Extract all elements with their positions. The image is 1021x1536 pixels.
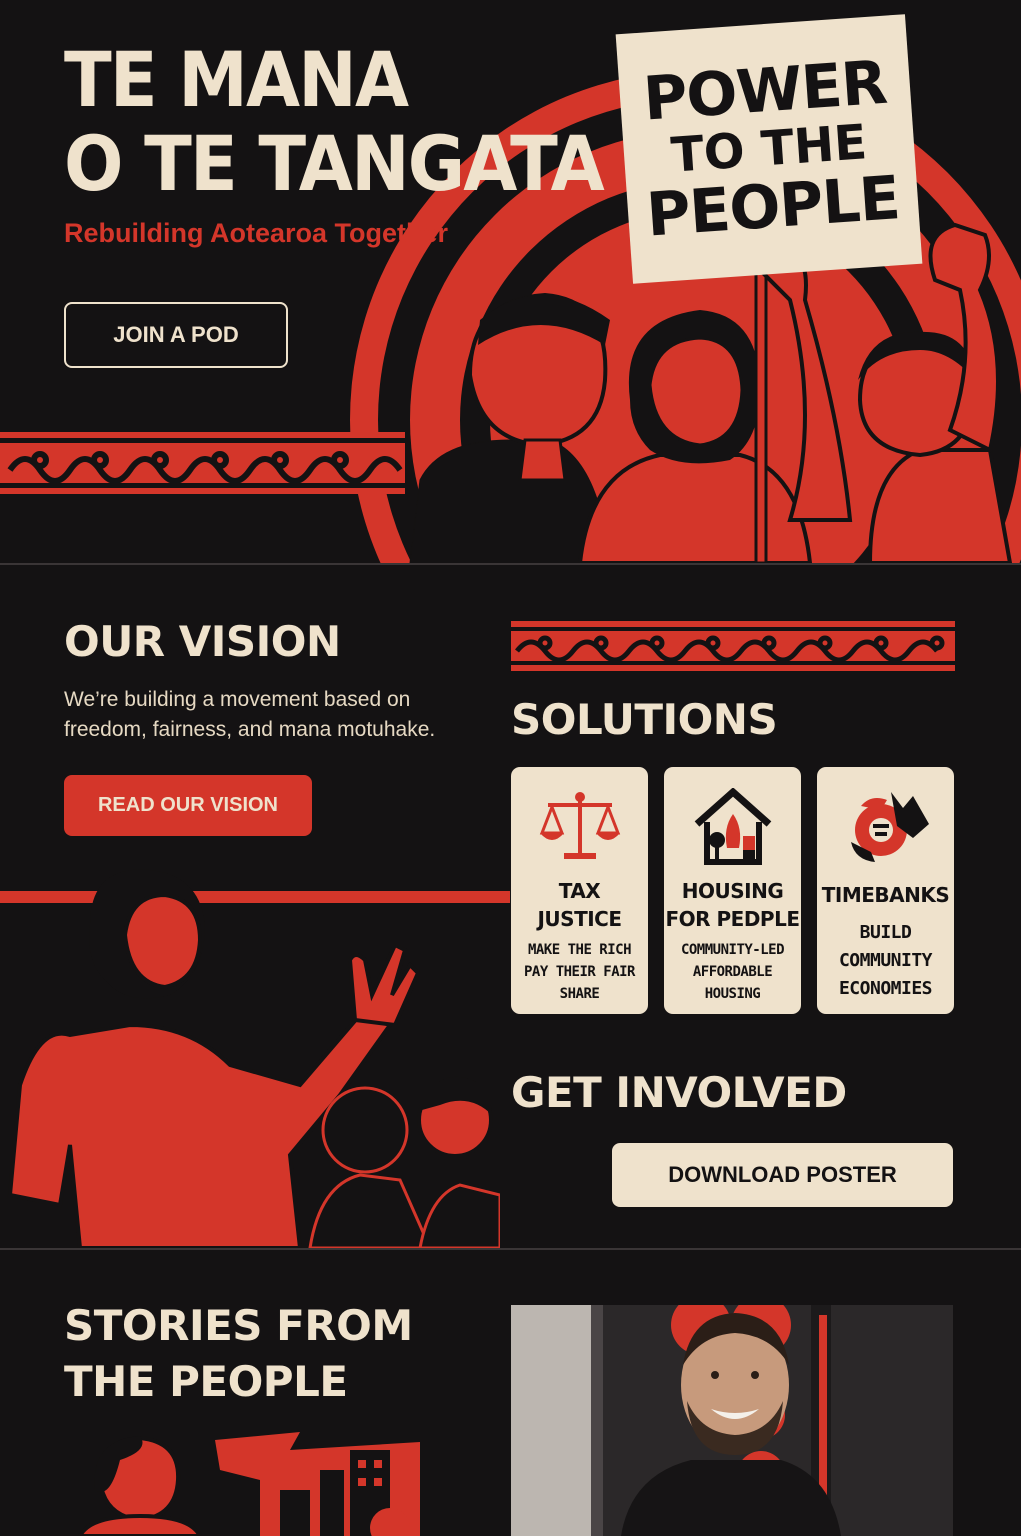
download-poster-button[interactable]: DOWNLOAD POSTER bbox=[612, 1143, 953, 1207]
stories-title-line-1: STORIES FROM bbox=[64, 1301, 413, 1350]
house-icon bbox=[688, 787, 778, 867]
hero-title: TE MANA O TE TANGATA bbox=[64, 35, 605, 208]
sign-line-3: PEOPLE bbox=[644, 163, 902, 251]
card-title: TAX JUSTICE bbox=[537, 877, 622, 933]
story-photo-image bbox=[511, 1305, 953, 1536]
stories-section: STORIES FROM THE PEOPLE bbox=[0, 1250, 1021, 1536]
koru-pattern-band bbox=[511, 621, 955, 671]
card-description: MAKE THE RICH PAY THEIR FAIR SHARE bbox=[523, 939, 636, 1005]
stories-title-line-2: THE PEOPLE bbox=[64, 1357, 348, 1406]
card-title: TIMEBANKS bbox=[822, 881, 950, 909]
card-title: HOUSING FOR PEDPLE bbox=[665, 877, 800, 933]
card-title-line: HOUSING bbox=[681, 879, 784, 903]
card-title-line: FOR PEDPLE bbox=[665, 907, 800, 931]
hero-title-line-1: TE MANA bbox=[64, 35, 409, 124]
join-a-pod-button[interactable]: JOIN A POD bbox=[64, 302, 288, 368]
card-desc-line: COMMUNITY bbox=[838, 950, 933, 971]
story-photo[interactable] bbox=[511, 1305, 953, 1536]
stories-title: STORIES FROM THE PEOPLE bbox=[64, 1298, 413, 1410]
vision-illustration bbox=[7, 869, 500, 1248]
hero-section: POWER TO THE PEOPLE TE MANA O TE TANGATA… bbox=[0, 0, 1021, 563]
hero-subtitle: Rebuilding Aotearoa Together bbox=[64, 218, 449, 248]
solutions-cards: TAX JUSTICE MAKE THE RICH PAY THEIR FAIR… bbox=[511, 767, 954, 1014]
solution-card-timebanks[interactable]: TIMEBANKS BUILD COMMUNITY ECONOMIES bbox=[817, 767, 954, 1014]
solutions-title: SOLUTIONS bbox=[511, 695, 778, 744]
vision-text: We’re building a movement based on freed… bbox=[64, 688, 436, 741]
card-desc-line: HOUSING bbox=[704, 986, 761, 1002]
protest-sign: POWER TO THE PEOPLE bbox=[615, 14, 923, 284]
scales-icon bbox=[535, 787, 625, 867]
vision-title: OUR VISION bbox=[64, 617, 341, 666]
hero-title-line-2: O TE TANGATA bbox=[64, 119, 605, 208]
card-title-line: TAX bbox=[558, 879, 601, 903]
card-desc-line: COMMUNITY-LED bbox=[680, 942, 785, 958]
card-desc-line: BUILD bbox=[859, 922, 912, 943]
card-description: COMMUNITY-LED AFFORDABLE HOUSING bbox=[680, 939, 785, 1005]
stories-illustration bbox=[77, 1432, 420, 1536]
card-desc-line: AFFORDABLE bbox=[692, 964, 773, 980]
card-desc-line: MAKE THE RICH bbox=[527, 942, 632, 958]
read-our-vision-button[interactable]: READ OUR VISION bbox=[64, 775, 312, 836]
card-desc-line: PAY THEIR FAIR bbox=[523, 964, 636, 980]
solution-card-tax-justice[interactable]: TAX JUSTICE MAKE THE RICH PAY THEIR FAIR… bbox=[511, 767, 648, 1014]
card-description: BUILD COMMUNITY ECONOMIES bbox=[838, 919, 933, 1003]
card-title-line: JUSTICE bbox=[537, 907, 622, 931]
hands-icon bbox=[841, 787, 931, 867]
card-desc-line: ECONOMIES bbox=[838, 978, 933, 999]
card-title-line: TIMEBANKS bbox=[821, 883, 950, 907]
get-involved-title: GET INVOLVED bbox=[511, 1068, 847, 1117]
solution-card-housing[interactable]: HOUSING FOR PEDPLE COMMUNITY-LED AFFORDA… bbox=[664, 767, 801, 1014]
card-desc-line: SHARE bbox=[559, 986, 600, 1002]
vision-section: OUR VISION We’re building a movement bas… bbox=[0, 565, 1021, 1248]
